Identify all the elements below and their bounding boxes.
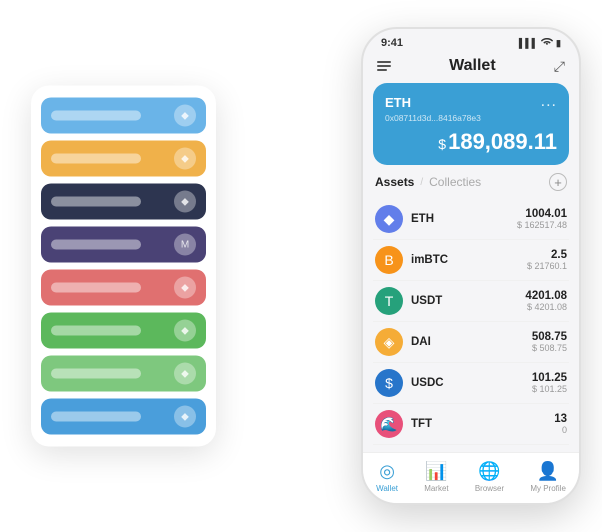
token-icon-usdt: T — [375, 287, 403, 315]
token-amounts: 4201.08$ 4201.08 — [525, 290, 567, 312]
card-list: ◆ ◆ ◆ M ◆ ◆ ◆ ◆ — [31, 86, 216, 447]
card-item[interactable]: M — [41, 227, 206, 263]
token-amount-main: 2.5 — [527, 249, 567, 261]
token-amount-main: 101.25 — [532, 372, 567, 384]
nav-icon-wallet: ◎ — [379, 461, 395, 482]
token-amount-main: 4201.08 — [525, 290, 567, 302]
token-amounts: 101.25$ 101.25 — [532, 372, 567, 394]
nav-item-market[interactable]: 📊 Market — [424, 461, 448, 493]
token-row[interactable]: 🌊 TFT130 — [373, 404, 569, 445]
eth-label: ETH — [385, 95, 411, 110]
phone-header: Wallet ⤢ — [363, 53, 579, 83]
nav-label-market: Market — [424, 484, 448, 493]
token-amount-usd: $ 508.75 — [532, 343, 567, 353]
card-icon: ◆ — [174, 191, 196, 213]
token-list: ◆ ETH1004.01$ 162517.48 BimBTC2.5$ 21760.1… — [373, 199, 569, 452]
token-amounts: 1004.01$ 162517.48 — [517, 208, 567, 230]
token-name-dai: DAI — [411, 336, 532, 348]
nav-item-wallet[interactable]: ◎ Wallet — [376, 461, 398, 493]
assets-tabs: Assets / Collecties — [375, 175, 481, 189]
card-icon: ◆ — [174, 363, 196, 385]
token-amount-main: 1004.01 — [517, 208, 567, 220]
card-item[interactable]: ◆ — [41, 313, 206, 349]
tab-divider: / — [420, 177, 423, 188]
card-item[interactable]: ◆ — [41, 399, 206, 435]
token-amounts: 508.75$ 508.75 — [532, 331, 567, 353]
token-name-eth: ETH — [411, 213, 517, 225]
nav-label-browser: Browser — [475, 484, 504, 493]
status-icons: ▌▌▌ ▮ — [519, 37, 561, 49]
token-amount-usd: $ 162517.48 — [517, 220, 567, 230]
eth-amount: $189,089.11 — [385, 129, 557, 155]
token-amounts: 2.5$ 21760.1 — [527, 249, 567, 271]
wallet-title: Wallet — [449, 57, 496, 75]
token-amount-usd: $ 21760.1 — [527, 261, 567, 271]
card-icon: ◆ — [174, 277, 196, 299]
nav-item-browser[interactable]: 🌐 Browser — [475, 461, 504, 493]
card-icon: ◆ — [174, 320, 196, 342]
eth-card[interactable]: ETH ... 0x08711d3d...8416a78e3 $189,089.… — [373, 83, 569, 165]
card-icon: ◆ — [174, 406, 196, 428]
token-amount-usd: $ 101.25 — [532, 384, 567, 394]
card-bar — [51, 369, 141, 379]
card-icon: ◆ — [174, 148, 196, 170]
card-item[interactable]: ◆ — [41, 98, 206, 134]
nav-label-wallet: Wallet — [376, 484, 398, 493]
token-icon-eth: ◆ — [375, 205, 403, 233]
phone-mockup: 9:41 ▌▌▌ ▮ Wallet ⤢ — [361, 27, 581, 505]
card-icon: M — [174, 234, 196, 256]
bottom-nav: ◎ Wallet 📊 Market 🌐 Browser 👤 My Profile — [363, 452, 579, 503]
card-item[interactable]: ◆ — [41, 270, 206, 306]
assets-header: Assets / Collecties + — [373, 173, 569, 191]
card-bar — [51, 111, 141, 121]
wifi-icon — [541, 37, 553, 49]
battery-icon: ▮ — [556, 38, 561, 49]
token-row[interactable]: BimBTC2.5$ 21760.1 — [373, 240, 569, 281]
token-icon-imbtc: B — [375, 246, 403, 274]
token-name-tft: TFT — [411, 418, 554, 430]
token-row[interactable]: ◈ DAI508.75$ 508.75 — [373, 322, 569, 363]
token-amount-usd: 0 — [554, 425, 567, 435]
token-amounts: 130 — [554, 413, 567, 435]
card-bar — [51, 154, 141, 164]
phone-content: ETH ... 0x08711d3d...8416a78e3 $189,089.… — [363, 83, 579, 452]
card-bar — [51, 197, 141, 207]
card-icon: ◆ — [174, 105, 196, 127]
token-amount-main: 508.75 — [532, 331, 567, 343]
eth-address: 0x08711d3d...8416a78e3 — [385, 113, 557, 123]
eth-more-icon[interactable]: ... — [541, 93, 557, 111]
card-bar — [51, 240, 141, 250]
nav-icon-my-profile: 👤 — [537, 461, 559, 482]
nav-label-my-profile: My Profile — [530, 484, 566, 493]
token-icon-dai: ◈ — [375, 328, 403, 356]
menu-icon[interactable] — [377, 61, 391, 71]
card-item[interactable]: ◆ — [41, 356, 206, 392]
token-icon-usdc: $ — [375, 369, 403, 397]
signal-icon: ▌▌▌ — [519, 38, 538, 48]
token-name-usdt: USDT — [411, 295, 525, 307]
token-name-imbtc: imBTC — [411, 254, 527, 266]
collecties-tab[interactable]: Collecties — [429, 175, 481, 189]
token-icon-tft: 🌊 — [375, 410, 403, 438]
card-bar — [51, 326, 141, 336]
token-row[interactable]: T USDT4201.08$ 4201.08 — [373, 281, 569, 322]
token-row[interactable]: $ USDC101.25$ 101.25 — [373, 363, 569, 404]
nav-icon-market: 📊 — [425, 461, 447, 482]
card-bar — [51, 412, 141, 422]
status-bar: 9:41 ▌▌▌ ▮ — [363, 29, 579, 53]
token-name-usdc: USDC — [411, 377, 532, 389]
card-item[interactable]: ◆ — [41, 141, 206, 177]
token-row[interactable]: ◆ ETH1004.01$ 162517.48 — [373, 199, 569, 240]
token-amount-main: 13 — [554, 413, 567, 425]
time: 9:41 — [381, 37, 403, 49]
scene: ◆◆◆M◆◆◆◆ 9:41 ▌▌▌ ▮ Wal — [11, 11, 591, 521]
card-bar — [51, 283, 141, 293]
token-amount-usd: $ 4201.08 — [525, 302, 567, 312]
nav-icon-browser: 🌐 — [478, 461, 500, 482]
nav-item-my-profile[interactable]: 👤 My Profile — [530, 461, 566, 493]
add-asset-button[interactable]: + — [549, 173, 567, 191]
card-item[interactable]: ◆ — [41, 184, 206, 220]
assets-tab[interactable]: Assets — [375, 175, 414, 189]
expand-icon[interactable]: ⤢ — [554, 58, 565, 75]
